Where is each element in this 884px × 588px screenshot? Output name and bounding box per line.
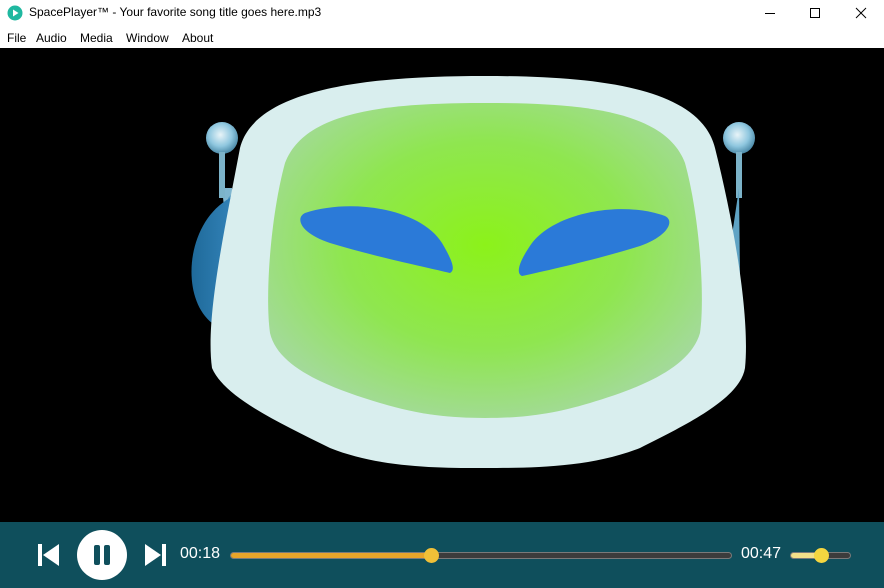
app-logo-icon: [7, 5, 23, 21]
player-controls: 00:18 00:47: [0, 522, 884, 588]
volume-slider[interactable]: [790, 548, 851, 563]
maximize-icon: [810, 8, 820, 18]
menu-media[interactable]: Media: [80, 31, 113, 45]
previous-track-button[interactable]: [35, 542, 61, 568]
minimize-icon: [765, 13, 775, 14]
skip-next-icon: [145, 544, 166, 566]
close-button[interactable]: [838, 0, 884, 26]
app-window: SpacePlayer™ - Your favorite song title …: [0, 0, 884, 588]
volume-thumb[interactable]: [813, 548, 829, 563]
close-icon: [855, 7, 867, 19]
seek-slider[interactable]: [230, 548, 732, 563]
menu-file[interactable]: File: [7, 31, 26, 45]
video-area[interactable]: [0, 48, 884, 522]
minimize-button[interactable]: [747, 0, 793, 26]
next-track-button[interactable]: [143, 542, 169, 568]
total-time: 00:47: [741, 545, 782, 562]
pause-button[interactable]: [77, 530, 127, 580]
current-time: 00:18: [180, 545, 221, 562]
menu-bar: File Audio Media Window About: [0, 27, 884, 48]
seek-thumb[interactable]: [424, 548, 439, 563]
skip-previous-icon: [38, 544, 59, 566]
menu-window[interactable]: Window: [126, 31, 169, 45]
seek-progress: [231, 553, 431, 558]
pause-icon: [94, 545, 110, 565]
maximize-button[interactable]: [792, 0, 838, 26]
menu-about[interactable]: About: [182, 31, 213, 45]
alien-robot-head-logo: [191, 76, 755, 468]
window-title: SpacePlayer™ - Your favorite song title …: [29, 5, 322, 19]
menu-audio[interactable]: Audio: [36, 31, 67, 45]
title-bar: SpacePlayer™ - Your favorite song title …: [0, 0, 884, 26]
